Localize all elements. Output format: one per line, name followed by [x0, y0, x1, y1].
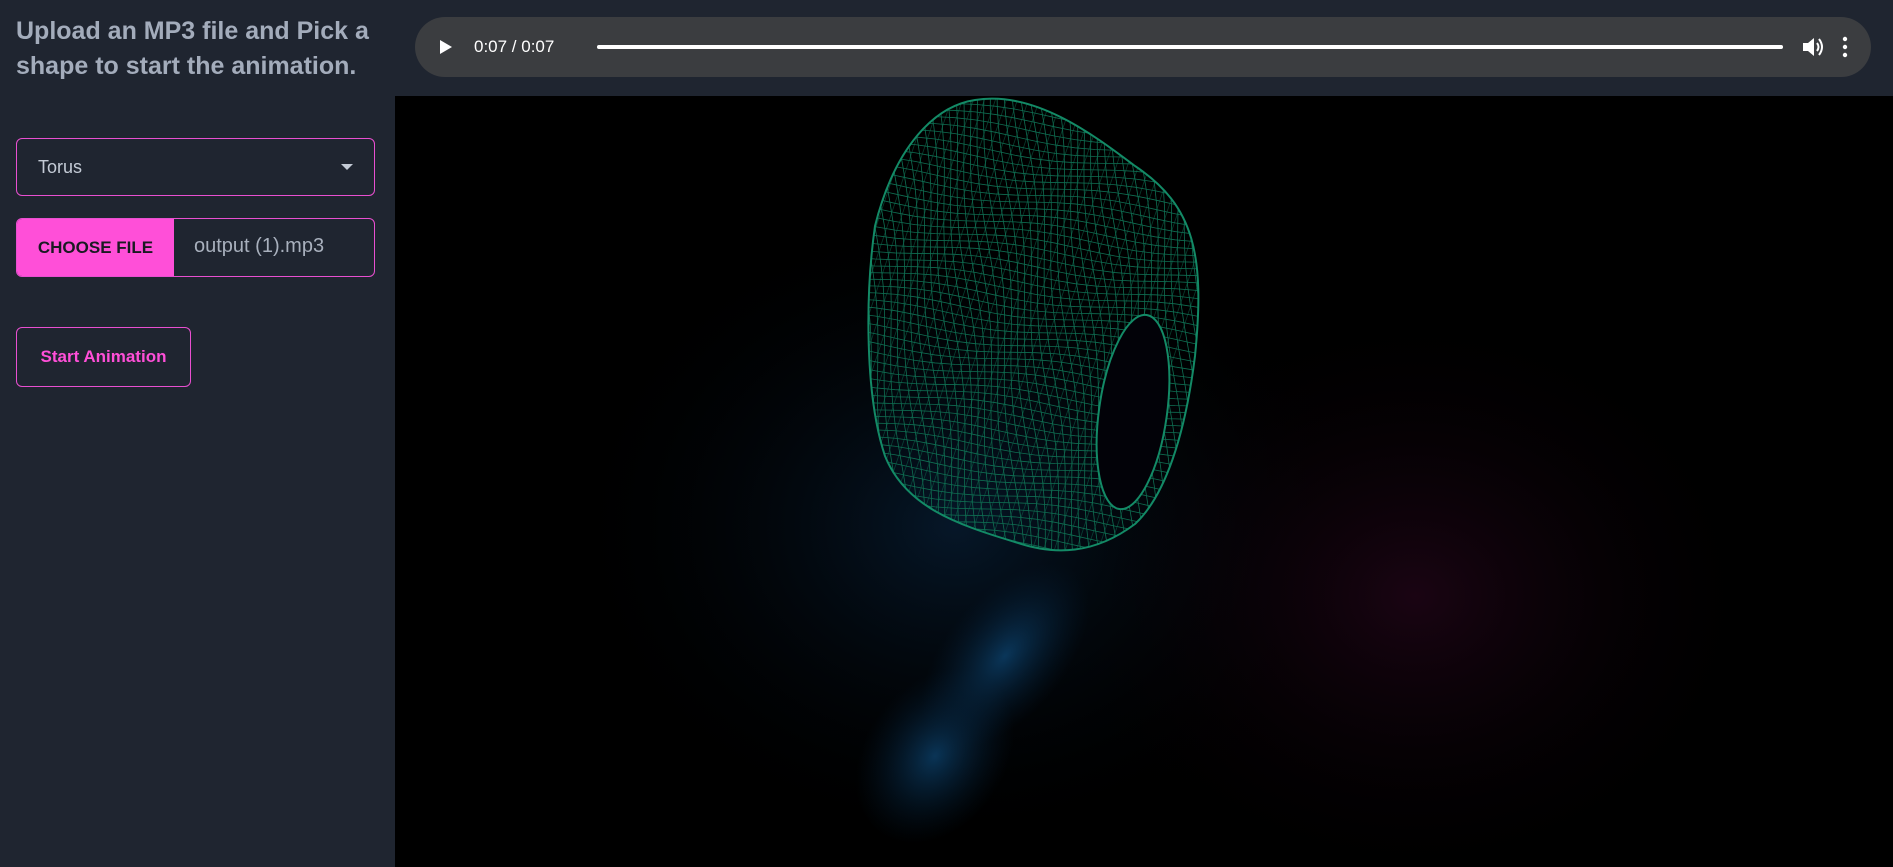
volume-icon[interactable]	[1801, 36, 1825, 58]
shape-select[interactable]: Torus	[16, 138, 375, 196]
sidebar: Upload an MP3 file and Pick a shape to s…	[0, 0, 395, 867]
time-readout: 0:07 / 0:07	[474, 37, 555, 56]
audio-progress-slider[interactable]	[597, 45, 1783, 49]
torus-visualization	[555, 97, 1775, 867]
more-icon[interactable]	[1841, 36, 1849, 58]
app: Upload an MP3 file and Pick a shape to s…	[0, 0, 1893, 867]
mesh-ring	[868, 98, 1199, 113]
file-name: output (1).mp3	[194, 235, 325, 257]
play-icon[interactable]	[440, 40, 452, 54]
mesh-ring	[868, 104, 1199, 141]
audio-player: 0:07 / 0:07	[415, 17, 1871, 77]
chevron-down-icon	[341, 164, 353, 170]
mesh-ring	[868, 112, 1199, 150]
file-picker: CHOOSE FILE output (1).mp3	[16, 218, 375, 277]
visualizer-canvas	[395, 96, 1893, 867]
mesh-ring	[868, 98, 1199, 126]
page-title: Upload an MP3 file and Pick a shape to s…	[16, 17, 369, 80]
start-animation-button[interactable]: Start Animation	[16, 327, 191, 387]
choose-file-button[interactable]: CHOOSE FILE	[17, 219, 174, 276]
audio-progress-fill	[597, 45, 1783, 49]
topbar: 0:07 / 0:07	[395, 0, 1893, 96]
shape-select-value: Torus	[38, 157, 83, 177]
